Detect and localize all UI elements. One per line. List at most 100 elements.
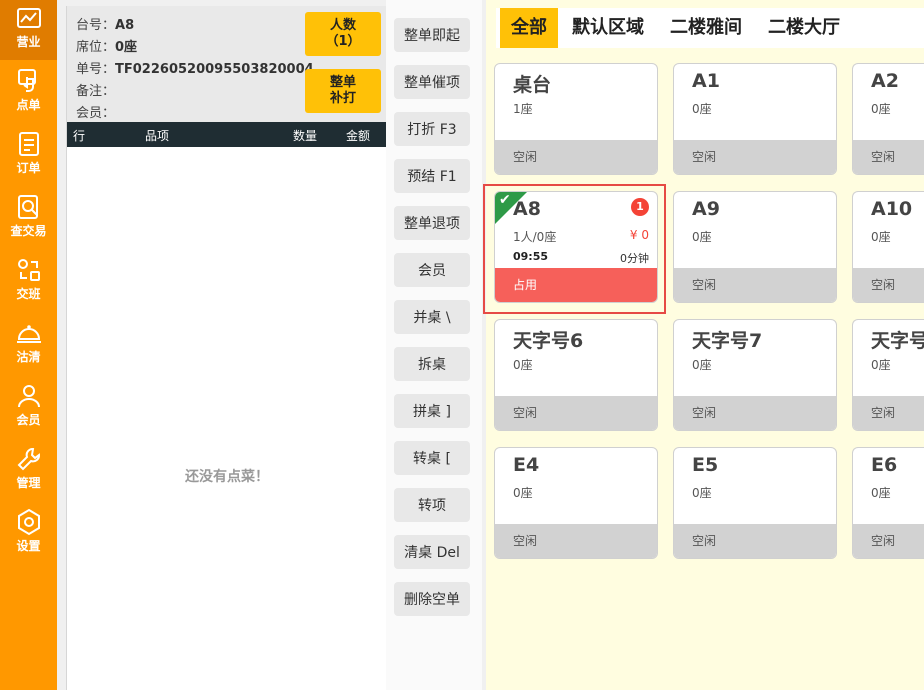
reprint-line1: 整单: [329, 75, 356, 90]
nav-order[interactable]: 点单: [0, 63, 57, 123]
table-card[interactable]: 天字号6 0座 空闲: [494, 319, 658, 431]
order-member-label: 会员：: [76, 106, 116, 121]
tab-all[interactable]: 全部: [500, 8, 558, 48]
column-quantity: 数量: [293, 129, 318, 143]
tab-default-area[interactable]: 默认区域: [572, 8, 644, 48]
merge-table-button[interactable]: 并桌 \: [394, 300, 470, 334]
table-seats: 0座: [692, 486, 712, 500]
seat-value: 0座: [115, 40, 138, 55]
table-card[interactable]: A10 0座 空闲: [852, 191, 924, 303]
member-button[interactable]: 会员: [394, 253, 470, 287]
table-status: 空闲: [674, 268, 836, 302]
table-name: 天字号: [871, 330, 924, 352]
table-card[interactable]: E4 0座 空闲: [494, 447, 658, 559]
table-card[interactable]: A9 0座 空闲: [673, 191, 837, 303]
order-number: 单号：TF02260520095503820004: [76, 58, 314, 77]
table-number-label: 台号：: [76, 18, 116, 33]
nav-manage[interactable]: 管理: [0, 441, 57, 501]
table-amount: ¥ 0: [629, 228, 649, 242]
table-name: 桌台: [513, 74, 552, 96]
people-count-button[interactable]: 人数 （1）: [305, 12, 381, 56]
table-number-value: A8: [115, 18, 135, 33]
table-seats: 0座: [513, 486, 533, 500]
table-status: 空闲: [495, 524, 657, 558]
table-status: 空闲: [853, 268, 924, 302]
nav-label: 交班: [16, 287, 41, 301]
table-seats: 0座: [871, 230, 891, 244]
check-icon: ✔: [499, 192, 511, 208]
table-seats: 0座: [692, 102, 712, 116]
document-icon: [18, 132, 39, 156]
table-name: 天字号7: [692, 330, 763, 352]
nav-member[interactable]: 会员: [0, 378, 57, 438]
table-name: 天字号6: [513, 330, 584, 352]
table-name: A10: [871, 198, 913, 220]
search-document-icon: [17, 195, 38, 219]
nav-label: 管理: [16, 476, 41, 490]
table-card[interactable]: E6 0座 空闲: [852, 447, 924, 559]
table-seats: 0座: [871, 102, 891, 116]
table-status: 占用: [495, 268, 657, 302]
shift-icon: [17, 259, 40, 281]
table-name: A2: [871, 70, 899, 92]
cloche-icon: [16, 325, 41, 343]
tab-second-floor-rooms[interactable]: 二楼雅间: [670, 8, 742, 48]
table-seats: 1人/0座: [513, 230, 557, 244]
reprint-line2: 补打: [329, 91, 356, 106]
nav-transactions[interactable]: 查交易: [0, 189, 57, 249]
join-table-button[interactable]: 拼桌 ]: [394, 394, 470, 428]
table-seats: 0座: [692, 358, 712, 372]
nav-orders[interactable]: 订单: [0, 126, 57, 186]
nav-shift[interactable]: 交班: [0, 252, 57, 312]
nav-label: 设置: [16, 539, 41, 553]
nav-label: 会员: [16, 413, 41, 427]
table-name: E6: [871, 454, 898, 476]
table-seats: 0座: [871, 486, 891, 500]
transfer-item-button[interactable]: 转项: [394, 488, 470, 522]
table-status: 空闲: [853, 396, 924, 430]
nav-soldout[interactable]: 沽清: [0, 315, 57, 375]
pre-settle-button[interactable]: 预结 F1: [394, 159, 470, 193]
nav-label: 订单: [16, 161, 41, 175]
people-count-line1: 人数: [329, 18, 356, 33]
seat-label: 席位：: [76, 40, 116, 55]
chart-icon: [16, 8, 41, 28]
table-duration: 0分钟: [620, 252, 649, 265]
split-table-button[interactable]: 拆桌: [394, 347, 470, 381]
action-panel: 整单即起 整单催项 打折 F3 预结 F1 整单退项 会员 并桌 \ 拆桌 拼桌…: [386, 0, 482, 690]
table-status: 空闲: [495, 140, 657, 174]
tab-second-floor-hall[interactable]: 二楼大厅: [768, 8, 840, 48]
column-row: 行: [73, 129, 86, 143]
order-note: 备注：: [76, 80, 115, 99]
order-note-label: 备注：: [76, 84, 116, 99]
order-return-all-button[interactable]: 整单退项: [394, 206, 470, 240]
discount-button[interactable]: 打折 F3: [394, 112, 470, 146]
table-card-selected[interactable]: ✔ A8 1 1人/0座 ¥ 0 09:55 0分钟 占用: [494, 191, 658, 303]
order-count-badge: 1: [631, 198, 649, 216]
table-card[interactable]: A1 0座 空闲: [673, 63, 837, 175]
nav-label: 沽清: [16, 350, 41, 364]
table-card[interactable]: 桌台 1座 空闲: [494, 63, 658, 175]
clear-table-button[interactable]: 清桌 Del: [394, 535, 470, 569]
delete-empty-order-button[interactable]: 删除空单: [394, 582, 470, 616]
people-count-line2: （1）: [325, 34, 361, 49]
reprint-order-button[interactable]: 整单 补打: [305, 69, 381, 113]
order-panel: 台号：A8 席位：0座 单号：TF02260520095503820004 备注…: [66, 6, 388, 690]
order-table-header: 行 品项 数量 金额: [67, 122, 387, 147]
seat-count: 席位：0座: [76, 36, 137, 55]
table-card[interactable]: 天字号 0座 空闲: [852, 319, 924, 431]
table-status: 空闲: [495, 396, 657, 430]
table-seats: 0座: [513, 358, 533, 372]
table-card[interactable]: 天字号7 0座 空闲: [673, 319, 837, 431]
table-status: 空闲: [853, 140, 924, 174]
table-seats: 1座: [513, 102, 533, 116]
order-start-all-button[interactable]: 整单即起: [394, 18, 470, 52]
nav-business[interactable]: 营业: [0, 0, 57, 60]
transfer-table-button[interactable]: 转桌 [: [394, 441, 470, 475]
table-card[interactable]: E5 0座 空闲: [673, 447, 837, 559]
table-card[interactable]: A2 0座 空闲: [852, 63, 924, 175]
table-name: E5: [692, 454, 719, 476]
nav-settings[interactable]: 设置: [0, 504, 57, 564]
order-rush-all-button[interactable]: 整单催项: [394, 65, 470, 99]
table-name: A1: [692, 70, 720, 92]
